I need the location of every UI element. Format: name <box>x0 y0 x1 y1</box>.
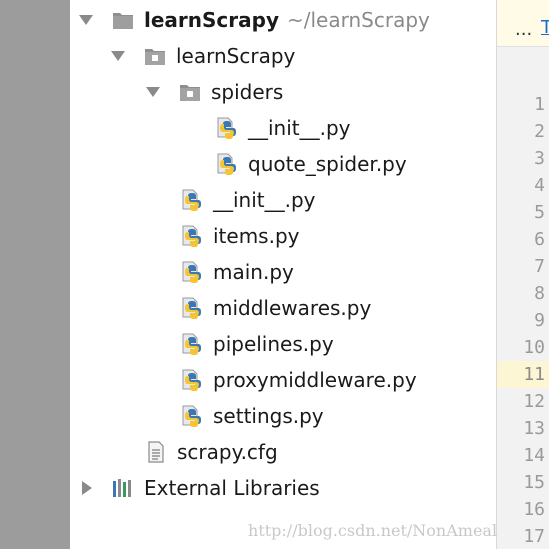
chevron-down-icon[interactable] <box>145 84 161 100</box>
gutter-header <box>497 47 549 87</box>
root-path: ~/learnScrapy <box>287 8 430 32</box>
file-label: main.py <box>213 260 294 284</box>
libraries-icon <box>112 477 134 499</box>
tree-root[interactable]: learnScrapy ~/learnScrapy <box>78 3 430 37</box>
python-file-icon <box>181 405 203 427</box>
folder-icon <box>112 9 134 31</box>
watermark: http://blog.csdn.net/NonAmeal <box>248 521 498 540</box>
line-number: 17 <box>523 526 545 547</box>
file-label: __init__.py <box>213 188 316 212</box>
line-number: 5 <box>534 202 545 223</box>
external-libraries-label: External Libraries <box>144 476 320 500</box>
line-number: 16 <box>523 499 545 520</box>
tree-file-proxymiddleware[interactable]: proxymiddleware.py <box>181 363 417 397</box>
python-file-icon <box>181 261 203 283</box>
chevron-down-icon[interactable] <box>78 12 94 28</box>
file-label: middlewares.py <box>213 296 372 320</box>
package-label: learnScrapy <box>176 44 296 68</box>
editor-pane: ... T 1 2 3 4 5 6 7 8 9 10 11 12 13 14 15 16 17 <box>497 0 549 549</box>
line-number: 14 <box>523 445 545 466</box>
tree-file-items[interactable]: items.py <box>181 219 300 253</box>
line-number: 7 <box>534 256 545 277</box>
tree-external-libraries[interactable]: External Libraries <box>78 471 320 505</box>
line-number: 1 <box>534 94 545 115</box>
file-label: quote_spider.py <box>248 152 407 176</box>
root-label: learnScrapy <box>144 8 279 32</box>
line-number: 11 <box>497 361 549 388</box>
line-number: 12 <box>523 391 545 412</box>
line-number: 2 <box>534 121 545 142</box>
editor-tab-link[interactable]: T <box>541 17 549 38</box>
chevron-right-icon[interactable] <box>78 480 94 496</box>
file-label: __init__.py <box>248 116 351 140</box>
python-file-icon <box>181 225 203 247</box>
tree-spiders[interactable]: spiders <box>145 75 283 109</box>
file-label: settings.py <box>213 404 324 428</box>
line-number: 6 <box>534 229 545 250</box>
line-number: 8 <box>534 283 545 304</box>
line-number: 10 <box>523 337 545 358</box>
python-file-icon <box>181 369 203 391</box>
python-file-icon <box>181 189 203 211</box>
project-tree: learnScrapy ~/learnScrapy learnScrapy sp… <box>70 0 497 549</box>
left-tool-gutter <box>0 0 70 549</box>
tree-file-spider-init[interactable]: __init__.py <box>216 111 351 145</box>
tree-file-quote-spider[interactable]: quote_spider.py <box>216 147 407 181</box>
chevron-down-icon[interactable] <box>110 48 126 64</box>
file-label: pipelines.py <box>213 332 334 356</box>
tab-overflow[interactable]: ... <box>515 19 532 40</box>
python-file-icon <box>181 297 203 319</box>
python-file-icon <box>216 153 238 175</box>
file-label: scrapy.cfg <box>177 440 278 464</box>
editor-tab-strip: ... T <box>497 0 549 47</box>
line-number: 3 <box>534 148 545 169</box>
text-file-icon <box>145 441 167 463</box>
tree-package[interactable]: learnScrapy <box>110 39 295 73</box>
tree-file-pipelines[interactable]: pipelines.py <box>181 327 334 361</box>
line-number: 13 <box>523 418 545 439</box>
line-number: 15 <box>523 472 545 493</box>
spiders-label: spiders <box>211 80 284 104</box>
python-file-icon <box>181 333 203 355</box>
tree-file-scrapy-cfg[interactable]: scrapy.cfg <box>145 435 278 469</box>
tree-file-init[interactable]: __init__.py <box>181 183 316 217</box>
file-label: items.py <box>213 224 300 248</box>
python-file-icon <box>216 117 238 139</box>
package-folder-icon <box>179 81 201 103</box>
file-label: proxymiddleware.py <box>213 368 417 392</box>
package-folder-icon <box>144 45 166 67</box>
tree-file-settings[interactable]: settings.py <box>181 399 324 433</box>
tree-file-middlewares[interactable]: middlewares.py <box>181 291 371 325</box>
tree-file-main[interactable]: main.py <box>181 255 294 289</box>
line-number: 9 <box>534 310 545 331</box>
line-number: 4 <box>534 175 545 196</box>
